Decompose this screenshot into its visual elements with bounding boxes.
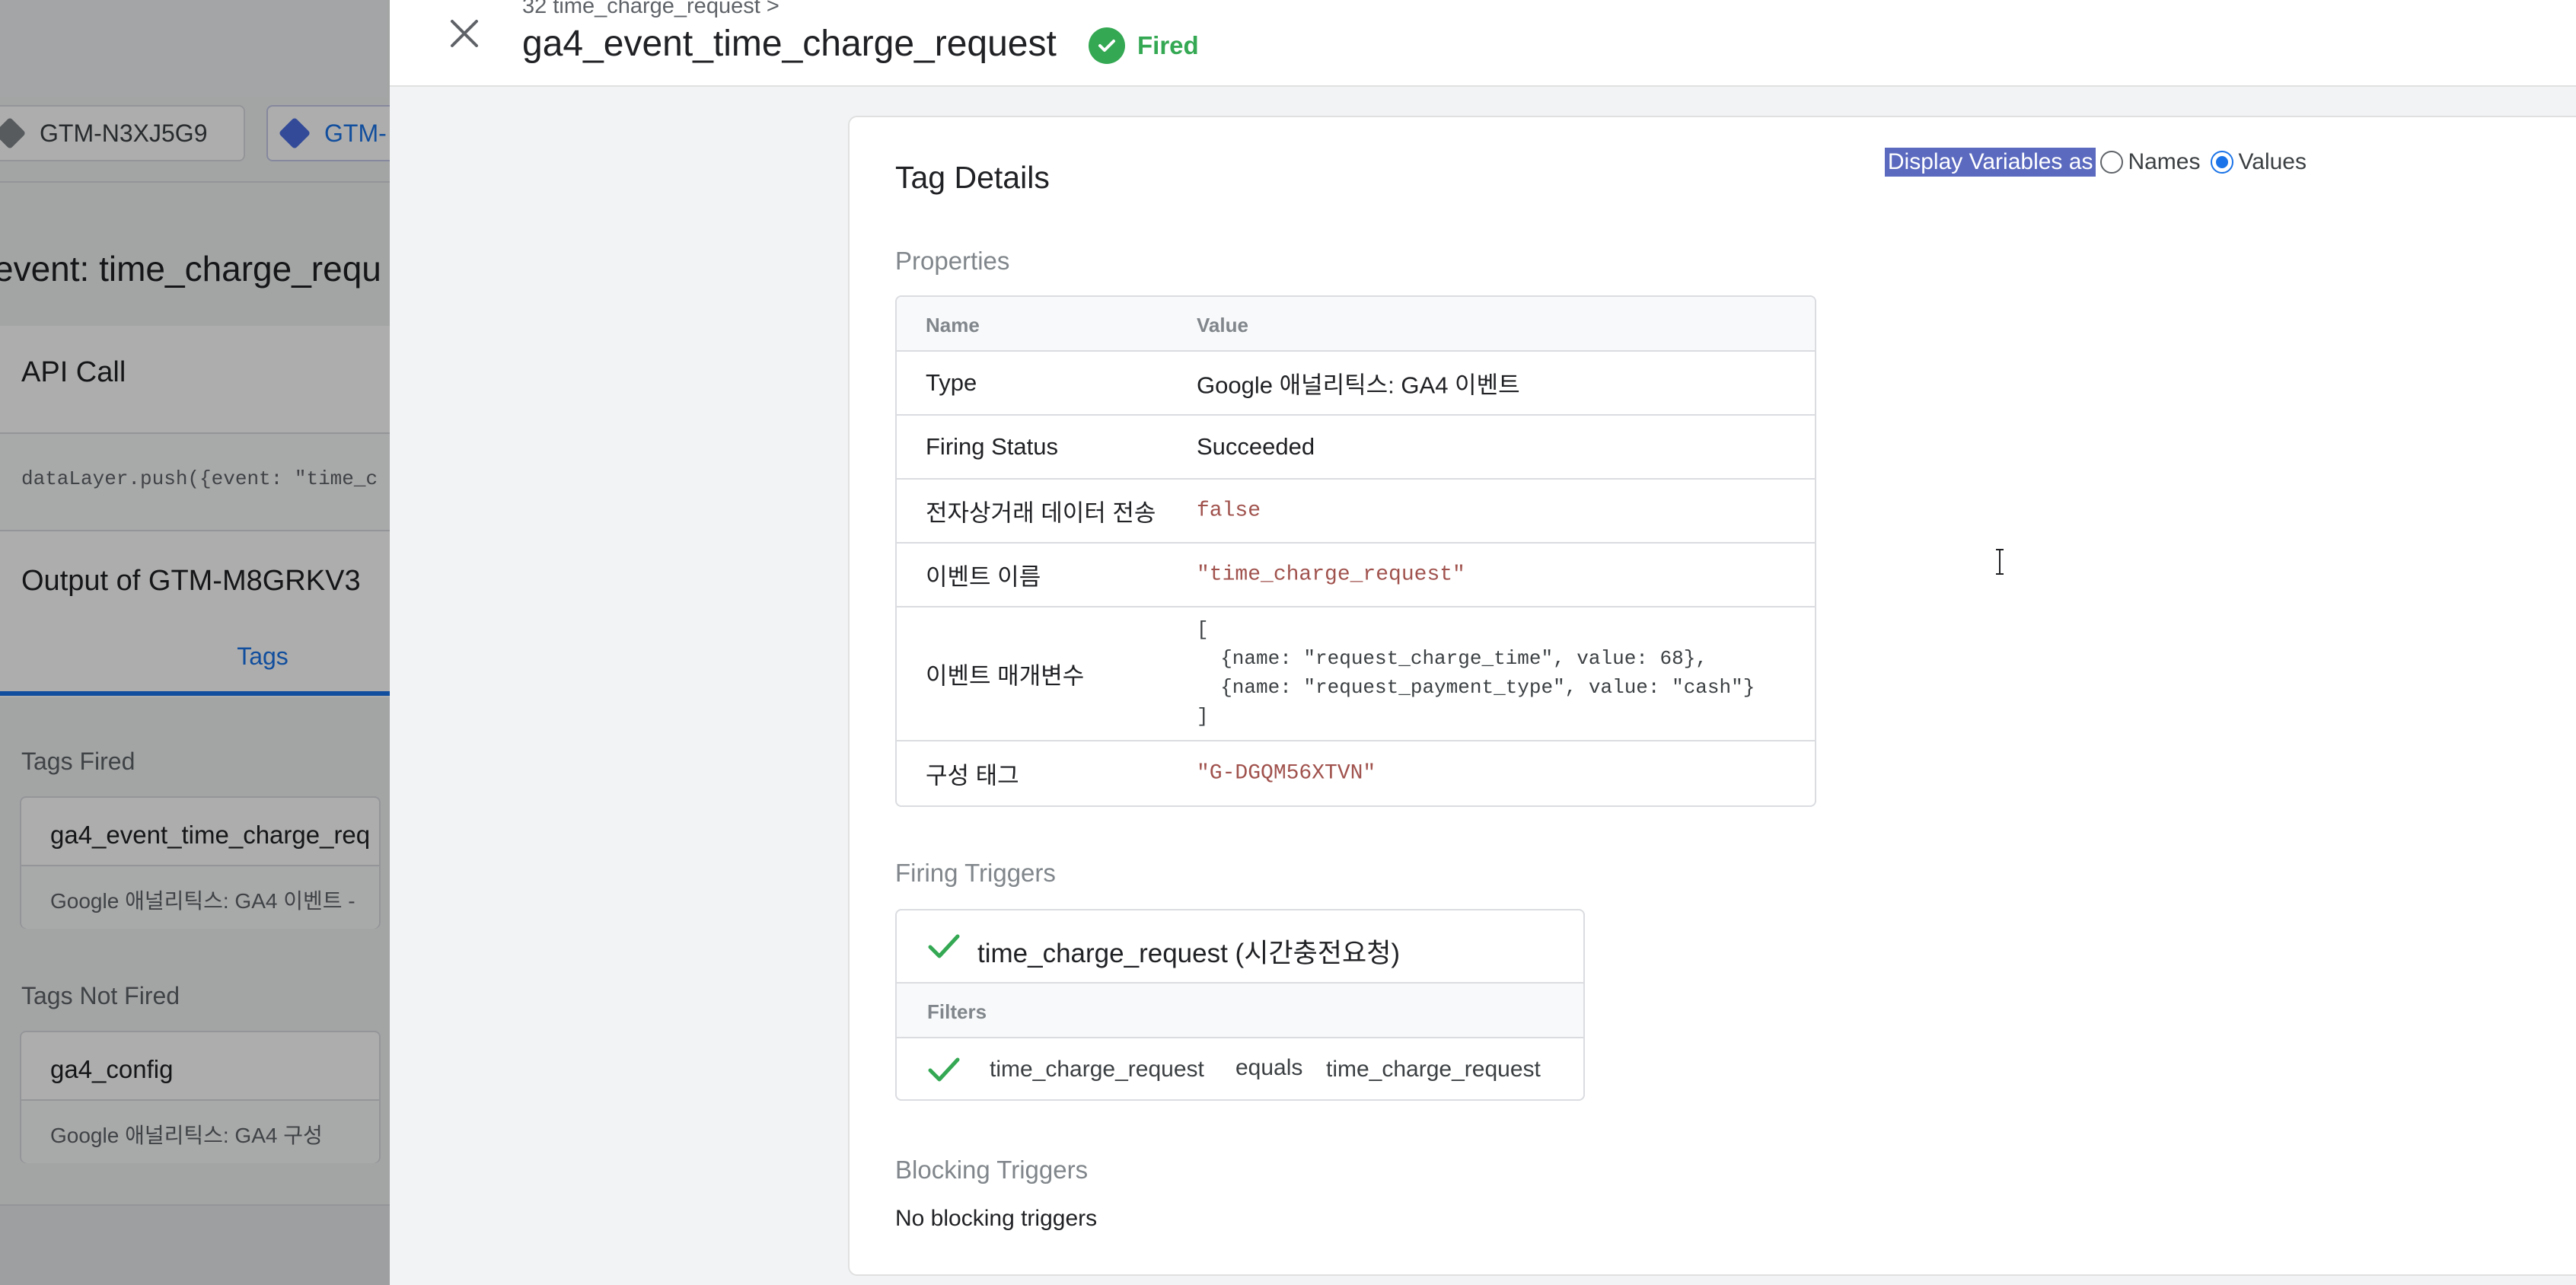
filter-variable: time_charge_request — [990, 1057, 1204, 1082]
property-value: false — [1197, 499, 1261, 523]
radio-names-label[interactable]: Names — [2128, 149, 2200, 175]
drawer-header: 32 time_charge_request > ga4_event_time_… — [390, 0, 2576, 87]
code-line: ] — [1197, 705, 1209, 728]
property-value: Google 애널리틱스: GA4 이벤트 — [1197, 371, 1520, 399]
table-header: Name Value — [897, 297, 1815, 352]
filter-operator: equals — [1235, 1055, 1303, 1080]
table-row: 구성 태그 "G-DGQM56XTVN" — [897, 741, 1815, 805]
blocking-triggers-label: Blocking Triggers — [895, 1156, 1089, 1184]
display-variables-toggle: Display Variables as Names Values — [1884, 148, 2307, 177]
radio-names[interactable] — [2100, 151, 2124, 174]
trigger-header: time_charge_request (시간충전요청) — [897, 910, 1583, 984]
filter-value: time_charge_request — [1326, 1057, 1541, 1082]
property-name: Firing Status — [926, 433, 1059, 460]
tag-details-panel: Tag Details Display Variables as Names V… — [848, 116, 2576, 1276]
property-name: Type — [926, 369, 977, 396]
property-value: "time_charge_request" — [1197, 563, 1465, 587]
code-line: [ — [1197, 618, 1209, 641]
property-name: 전자상거래 데이터 전송 — [926, 499, 1156, 527]
code-line: {name: "request_charge_time", value: 68}… — [1197, 647, 1707, 670]
close-icon — [451, 20, 478, 47]
property-value: Succeeded — [1197, 433, 1315, 460]
display-variables-label: Display Variables as — [1884, 148, 2096, 177]
code-line: {name: "request_payment_type", value: "c… — [1197, 676, 1755, 699]
filters-header: Filters — [897, 984, 1583, 1038]
tag-detail-drawer: 32 time_charge_request > ga4_event_time_… — [390, 0, 2576, 1285]
table-row: 이벤트 이름 "time_charge_request" — [897, 544, 1815, 607]
property-name: 이벤트 이름 — [926, 563, 1041, 591]
check-icon — [928, 934, 960, 958]
properties-table: Name Value Type Google 애널리틱스: GA4 이벤트 Fi… — [895, 295, 1816, 807]
property-value: "G-DGQM56XTVN" — [1197, 761, 1376, 786]
table-row: Firing Status Succeeded — [897, 416, 1815, 480]
property-name: 이벤트 매개변수 — [926, 662, 1085, 690]
table-row: 이벤트 매개변수 [ {name: "request_charge_time",… — [897, 607, 1815, 741]
property-value-code: [ {name: "request_charge_time", value: 6… — [1197, 615, 1755, 731]
status-badge: Fired — [1089, 27, 1199, 64]
radio-values[interactable] — [2211, 151, 2234, 174]
firing-trigger-card[interactable]: time_charge_request (시간충전요청) Filters tim… — [895, 909, 1585, 1101]
property-name: 구성 태그 — [926, 762, 1019, 789]
table-row: Type Google 애널리틱스: GA4 이벤트 — [897, 352, 1815, 416]
page-title: ga4_event_time_charge_request — [522, 24, 1057, 64]
trigger-name: time_charge_request (시간충전요청) — [977, 939, 1401, 968]
ibeam-cursor-icon — [1996, 549, 2004, 575]
check-circle-icon — [1089, 27, 1125, 64]
column-header-value: Value — [1197, 314, 1248, 336]
properties-label: Properties — [895, 247, 1010, 275]
check-icon — [928, 1057, 960, 1082]
filter-row: time_charge_request equals time_charge_r… — [897, 1038, 1583, 1099]
close-button[interactable] — [428, 5, 501, 58]
blocking-triggers-text: No blocking triggers — [895, 1206, 1098, 1231]
breadcrumb[interactable]: 32 time_charge_request > — [522, 0, 779, 19]
radio-values-label[interactable]: Values — [2238, 149, 2307, 175]
status-label: Fired — [1137, 31, 1199, 59]
firing-triggers-label: Firing Triggers — [895, 859, 1056, 887]
panel-title: Tag Details — [895, 160, 1050, 195]
table-row: 전자상거래 데이터 전송 false — [897, 480, 1815, 544]
filters-label: Filters — [927, 1000, 987, 1023]
column-header-name: Name — [926, 314, 980, 336]
